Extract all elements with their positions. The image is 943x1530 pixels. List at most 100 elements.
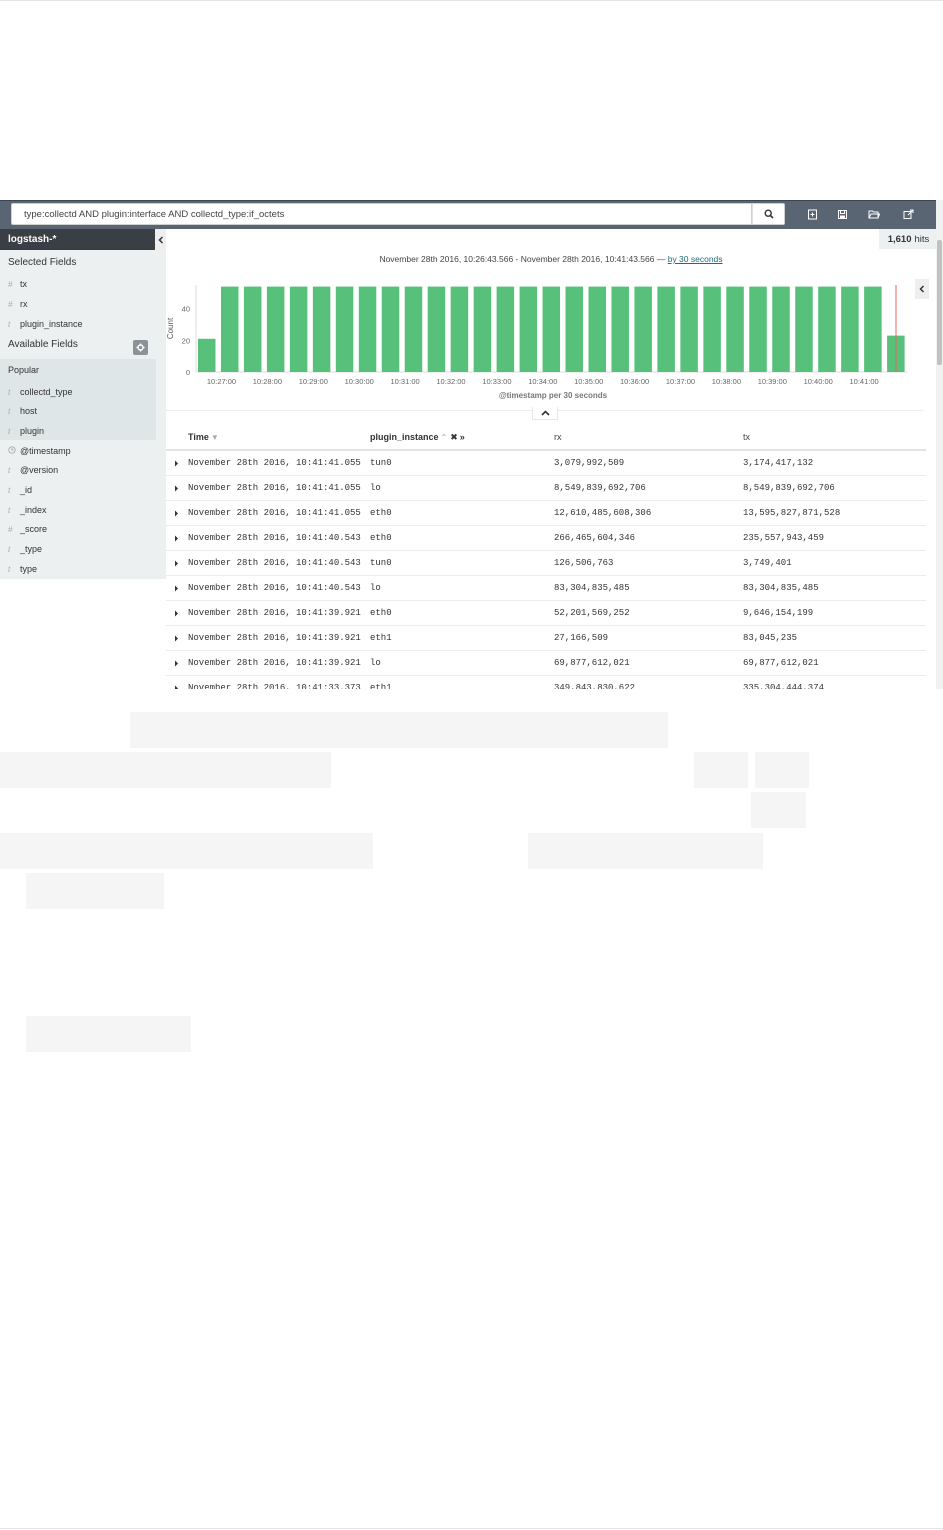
placeholder-block [0, 833, 373, 869]
table-row[interactable]: November 28th 2016, 10:41:40.543 eth0 266,… [166, 526, 926, 551]
field-item-timestamp[interactable]: @timestamp [8, 444, 71, 458]
collapse-sidebar-button[interactable] [155, 229, 166, 250]
histogram-bar [611, 286, 629, 372]
histogram-bar [496, 286, 515, 372]
cell-tx: 83,304,835,485 [743, 583, 819, 593]
search-button[interactable] [752, 203, 785, 225]
histogram-bar [335, 286, 354, 372]
interval-link[interactable]: by 30 seconds [668, 254, 723, 264]
x-tick-label: 10:33:00 [482, 377, 511, 386]
table-body: November 28th 2016, 10:41:41.055 tun0 3,07… [166, 451, 926, 689]
x-tick-label: 10:39:00 [758, 377, 787, 386]
expand-row-icon[interactable] [171, 532, 181, 544]
table-row[interactable]: November 28th 2016, 10:41:41.055 tun0 3,07… [166, 451, 926, 476]
expand-row-icon[interactable] [171, 582, 181, 594]
x-tick-label: 10:32:00 [436, 377, 465, 386]
cell-tx: 235,557,943,459 [743, 533, 825, 543]
field-item-version[interactable]: t @version [8, 463, 58, 477]
sort-icon[interactable]: ⌃ [441, 433, 448, 442]
cell-time: November 28th 2016, 10:41:39.921 [188, 658, 361, 668]
expand-row-icon[interactable] [171, 607, 181, 619]
table-row[interactable]: November 28th 2016, 10:41:40.543 lo 83,304… [166, 576, 926, 601]
cell-time: November 28th 2016, 10:41:40.543 [188, 558, 361, 568]
expand-row-icon[interactable] [171, 657, 181, 669]
collapse-chart-button[interactable] [532, 407, 558, 420]
field-item-rx[interactable]: # rx [8, 297, 28, 311]
field-item-index[interactable]: t _index [8, 503, 47, 517]
expand-row-icon[interactable] [171, 507, 181, 519]
cell-tx: 3,749,401 [743, 558, 792, 568]
cell-plugin-instance: lo [370, 658, 381, 668]
string-type-icon: t [8, 319, 11, 329]
field-item-plugin[interactable]: t plugin [8, 424, 44, 438]
x-tick-label: 10:34:00 [528, 377, 557, 386]
histogram-bar [266, 286, 285, 372]
page-scrollbar[interactable] [936, 200, 943, 689]
sort-desc-icon[interactable]: ▼ [211, 433, 219, 442]
chevron-left-icon [157, 235, 163, 244]
placeholder-block [694, 752, 748, 788]
field-item-id[interactable]: t _id [8, 483, 32, 497]
field-item-host[interactable]: t host [8, 404, 37, 418]
field-item-type[interactable]: t type [8, 562, 37, 576]
time-range-text: November 28th 2016, 10:26:43.566 - Novem… [379, 254, 666, 264]
column-header-tx[interactable]: tx [743, 432, 750, 442]
cell-rx: 12,610,485,608,306 [554, 508, 652, 518]
expand-row-icon[interactable] [171, 682, 181, 689]
table-row[interactable]: November 28th 2016, 10:41:39.921 lo 69,877… [166, 651, 926, 676]
table-row[interactable]: November 28th 2016, 10:41:41.055 eth0 12,6… [166, 501, 926, 526]
cell-rx: 349,843,830,622 [554, 683, 636, 689]
save-search-button[interactable] [830, 204, 854, 224]
expand-row-icon[interactable] [171, 482, 181, 494]
field-item-plugin-instance[interactable]: t plugin_instance [8, 317, 83, 331]
table-row[interactable]: November 28th 2016, 10:41:40.543 tun0 126,… [166, 551, 926, 576]
field-item-tx[interactable]: # tx [8, 277, 27, 291]
search-input[interactable] [11, 203, 752, 225]
field-name: @timestamp [20, 446, 71, 456]
new-document-icon [807, 209, 817, 219]
y-tick-label: 20 [182, 336, 190, 345]
new-search-button[interactable] [800, 204, 824, 224]
cell-plugin-instance: eth1 [370, 633, 392, 643]
column-header-plugin-instance[interactable]: plugin_instance ⌃ ✖» [370, 432, 465, 443]
histogram-bar [519, 286, 538, 372]
top-border [0, 0, 943, 1]
expand-row-icon[interactable] [171, 632, 181, 644]
kibana-discover-window: logstash-* Selected Fields # tx # rx t p… [0, 200, 943, 689]
field-name: _type [20, 544, 43, 554]
scrollbar-thumb[interactable] [937, 240, 942, 365]
table-header: Time ▼ plugin_instance ⌃ ✖» rx tx [166, 426, 926, 451]
field-item-collectd-type[interactable]: t collectd_type [8, 385, 73, 399]
toggle-legend-button[interactable] [915, 279, 929, 299]
column-header-rx[interactable]: rx [554, 432, 562, 442]
histogram-bar [680, 286, 698, 372]
column-header-time[interactable]: Time ▼ [188, 432, 219, 442]
field-item-type-underscore[interactable]: t _type [8, 542, 42, 556]
open-folder-icon [868, 210, 880, 218]
string-type-icon: t [8, 406, 11, 416]
expand-row-icon[interactable] [171, 557, 181, 569]
index-pattern-header[interactable]: logstash-* [0, 229, 166, 250]
table-row[interactable]: November 28th 2016, 10:41:39.921 eth0 52,2… [166, 601, 926, 626]
histogram-chart: 0 20 40 Count 10:27:00 10:28:00 10:29:00 10:30:… [166, 277, 911, 407]
histogram-bar [703, 286, 721, 372]
open-search-button[interactable] [862, 204, 886, 224]
cell-time: November 28th 2016, 10:41:33.373 [188, 683, 361, 689]
x-tick-label: 10:40:00 [804, 377, 833, 386]
expand-row-icon[interactable] [171, 457, 181, 469]
histogram-bar [749, 286, 767, 372]
histogram-bar [473, 286, 492, 372]
table-row[interactable]: November 28th 2016, 10:41:39.921 eth1 27,1… [166, 626, 926, 651]
field-item-score[interactable]: # _score [8, 522, 47, 536]
placeholder-block [26, 1016, 191, 1052]
field-settings-button[interactable] [133, 340, 148, 355]
remove-column-icon[interactable]: ✖ [450, 432, 458, 442]
table-row[interactable]: November 28th 2016, 10:41:41.055 lo 8,549,… [166, 476, 926, 501]
cell-plugin-instance: eth1 [370, 683, 392, 689]
x-tick-label: 10:29:00 [299, 377, 328, 386]
cell-tx: 83,045,235 [743, 633, 798, 643]
move-column-right-icon[interactable]: » [460, 432, 465, 442]
table-row[interactable]: November 28th 2016, 10:41:33.373 eth1 349,… [166, 676, 926, 689]
share-search-button[interactable] [896, 204, 920, 224]
cell-rx: 69,877,612,021 [554, 658, 630, 668]
